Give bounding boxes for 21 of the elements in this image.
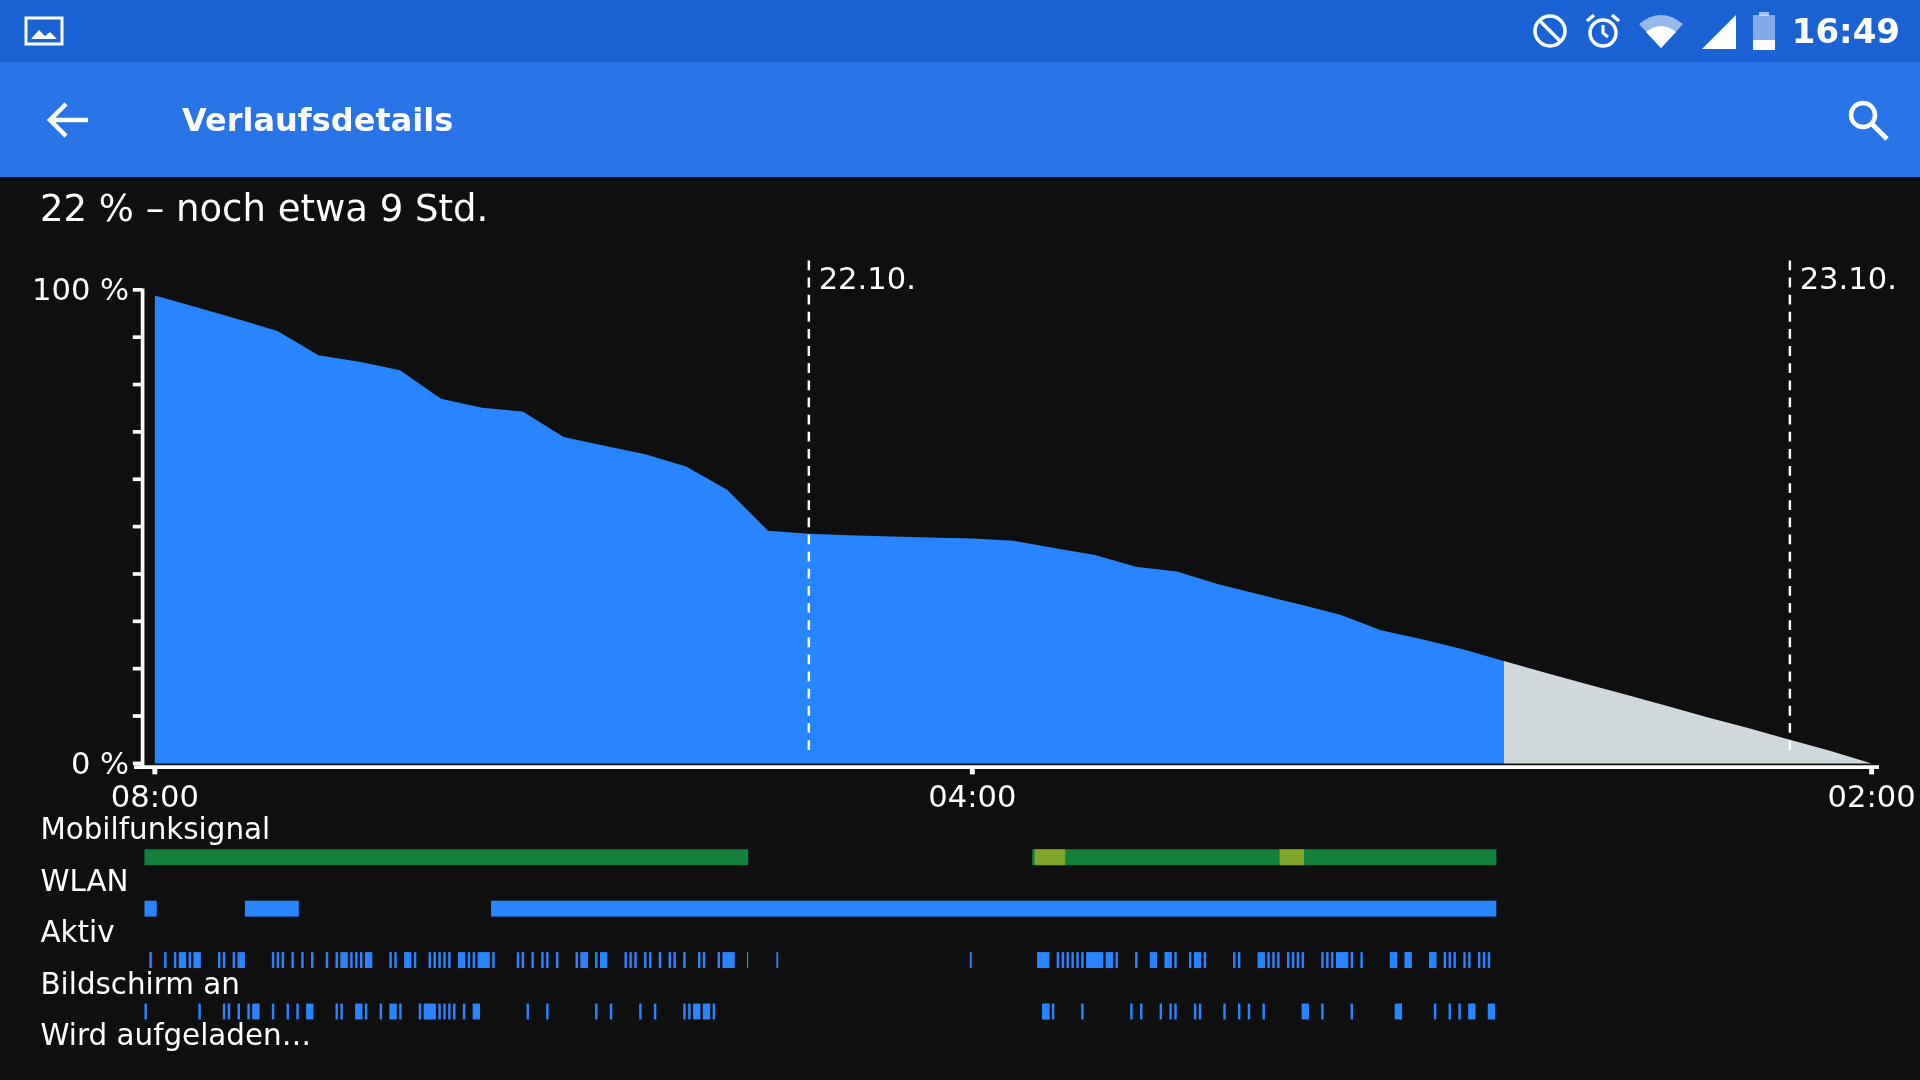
track-label: Wird aufgeladen… [40, 1018, 312, 1053]
track-label: Bildschirm an [40, 967, 240, 1002]
y-axis-label: 100 % [32, 272, 130, 308]
y-axis-label: 0 % [70, 746, 130, 782]
track-label: Aktiv [40, 915, 115, 950]
date-label: 23.10. [1799, 261, 1897, 296]
status-time: 16:49 [1791, 9, 1900, 53]
x-axis-label: 02:00 [1827, 779, 1916, 815]
screen-title: Verlaufsdetails [182, 99, 454, 141]
battery-icon [1751, 12, 1776, 50]
x-axis-label: 08:00 [110, 779, 199, 815]
wifi-icon [1637, 14, 1684, 48]
track-label: WLAN [40, 864, 129, 899]
date-label: 22.10. [818, 261, 916, 296]
track-label: Mobilfunksignal [40, 816, 271, 847]
do-not-disturb-icon [1531, 13, 1568, 49]
x-axis-label: 04:00 [928, 779, 1017, 815]
image-icon [24, 16, 64, 46]
back-button[interactable] [46, 100, 90, 139]
alarm-clock-icon [1583, 12, 1622, 50]
battery-summary: 22 % – noch etwa 9 Std. [40, 187, 489, 230]
